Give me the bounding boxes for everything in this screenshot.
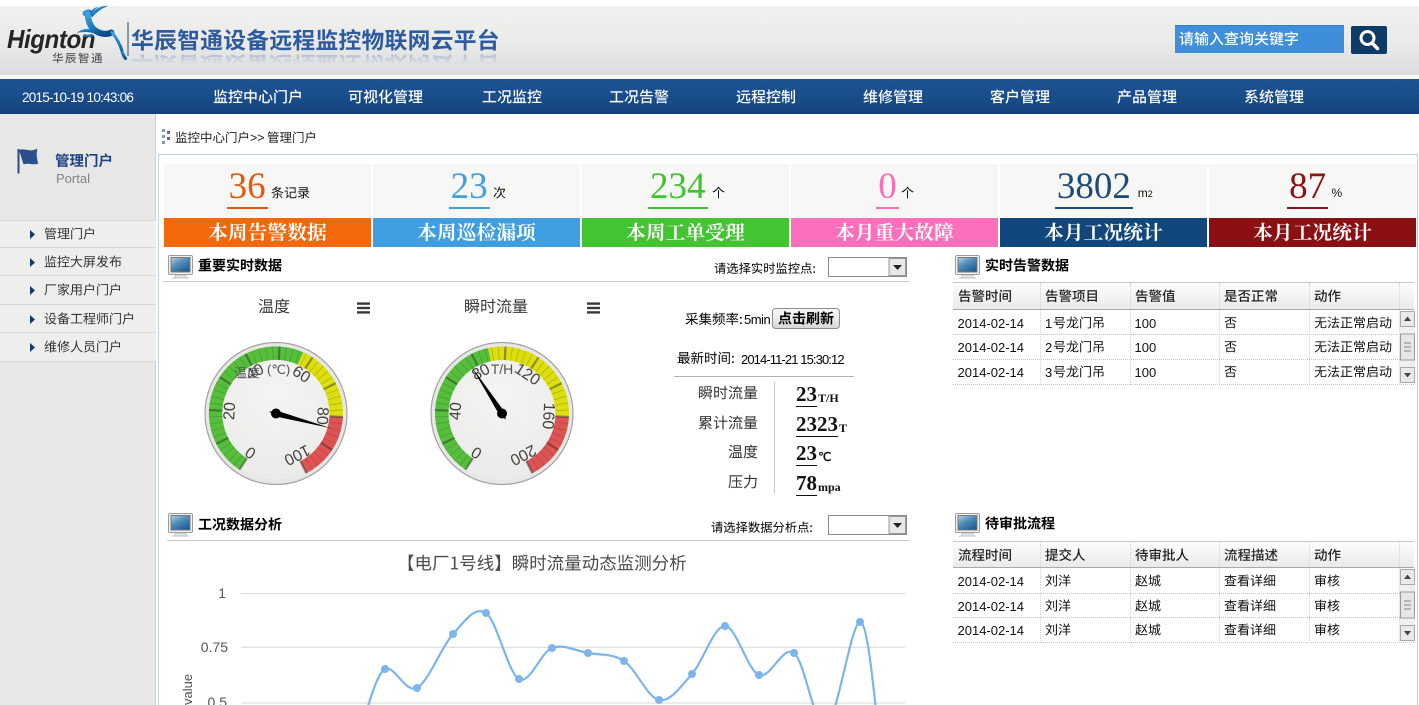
svg-text:1: 1: [218, 585, 226, 601]
svg-text:T/H: T/H: [491, 361, 514, 377]
svg-text:80: 80: [313, 407, 331, 426]
svg-text:20: 20: [221, 402, 239, 421]
svg-text:(℃): (℃): [267, 362, 290, 377]
svg-text:160: 160: [539, 402, 557, 430]
svg-text:0.75: 0.75: [201, 639, 228, 655]
svg-text:40: 40: [447, 402, 465, 421]
svg-text:0.5: 0.5: [208, 694, 228, 705]
svg-text:value: value: [180, 674, 195, 705]
